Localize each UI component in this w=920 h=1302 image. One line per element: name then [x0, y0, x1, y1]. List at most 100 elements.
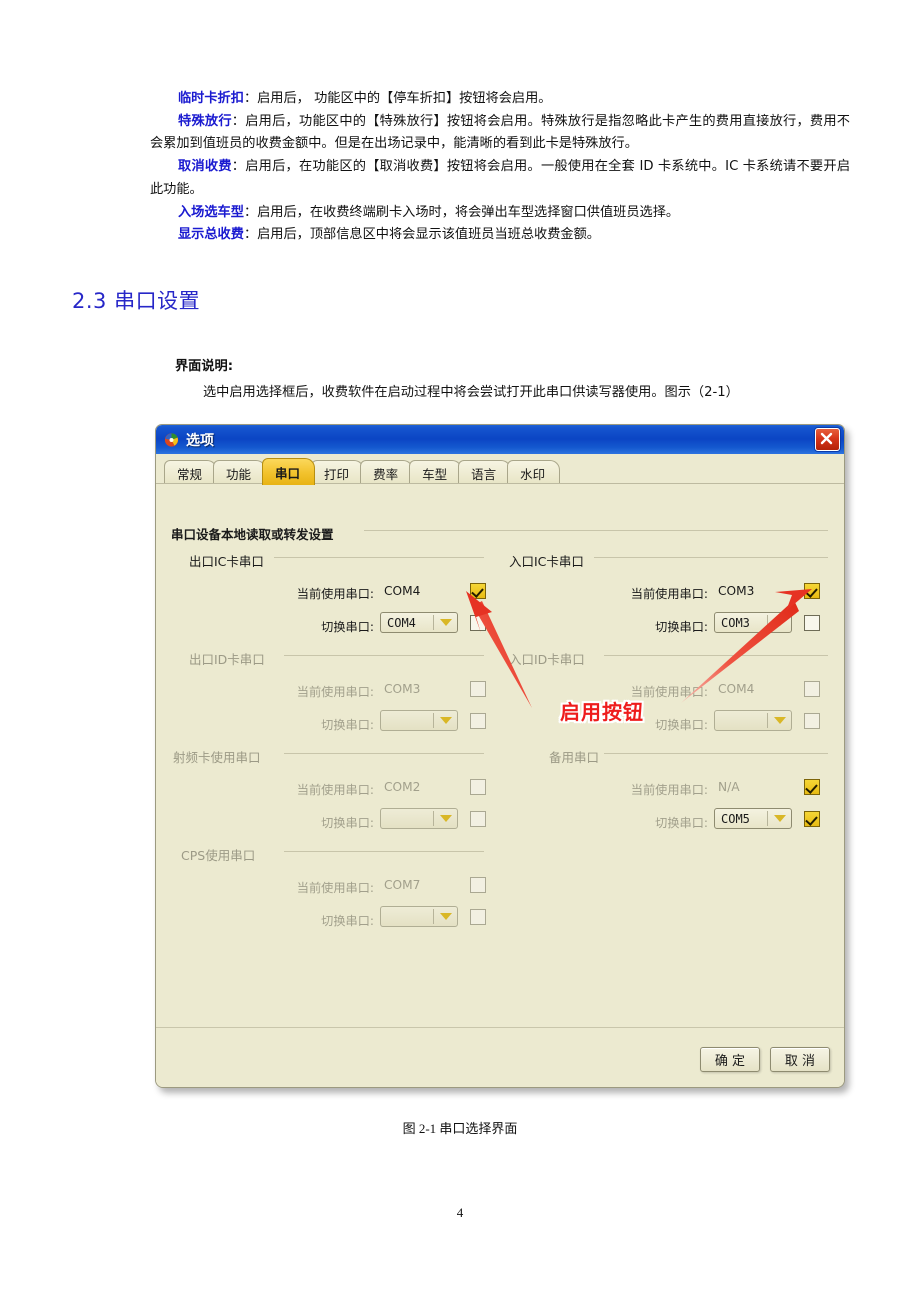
- rf-card-switch-combo[interactable]: [380, 808, 458, 829]
- paragraph-1-text: ：启用后， 功能区中的【停车折扣】按钮将会启用。: [243, 91, 552, 106]
- entry-ic-switch-value: COM3: [721, 616, 750, 630]
- dialog-title: 选项: [186, 433, 214, 449]
- exit-ic-switch-combo[interactable]: COM4: [380, 612, 458, 633]
- entry-ic-switch-label: 切换串口:: [655, 620, 708, 634]
- tab-general[interactable]: 常规: [164, 460, 218, 485]
- group-entry-id-title: 入口ID卡串口: [506, 649, 590, 668]
- document-body: 临时卡折扣：启用后， 功能区中的【停车折扣】按钮将会启用。 特殊放行：启用后，功…: [150, 88, 850, 247]
- cps-current-value: COM7: [384, 878, 421, 892]
- spare-switch-checkbox[interactable]: [804, 811, 820, 827]
- tab-serial-label: 串口: [275, 465, 301, 481]
- group-spare-line: [604, 753, 828, 754]
- rf-card-current-checkbox[interactable]: [470, 779, 486, 795]
- options-dialog: 选项 常规 功能 串口 打印 费率 车型 语言 水印 串口设备本地读取或转发设置…: [155, 424, 845, 1088]
- chevron-down-icon: [774, 619, 786, 626]
- group-rf-card-title: 射频卡使用串口: [170, 747, 266, 766]
- group-entry-ic-line: [594, 557, 828, 558]
- cancel-button[interactable]: 取 消: [770, 1047, 830, 1072]
- exit-ic-current-label: 当前使用串口:: [296, 587, 374, 601]
- entry-id-switch-combo[interactable]: [714, 710, 792, 731]
- spare-current-label: 当前使用串口:: [630, 783, 708, 797]
- paragraph-5-lead: 显示总收费: [178, 227, 244, 243]
- tab-vehicle[interactable]: 车型: [409, 460, 463, 485]
- group-exit-ic-title: 出口IC卡串口: [186, 551, 269, 570]
- entry-id-current-checkbox[interactable]: [804, 681, 820, 697]
- rf-card-current-label: 当前使用串口:: [296, 783, 374, 797]
- tab-strip: 常规 功能 串口 打印 费率 车型 语言 水印: [156, 454, 844, 485]
- entry-ic-switch-combo[interactable]: COM3: [714, 612, 792, 633]
- paragraph-4: 入场选车型：启用后，在收费终端刷卡入场时，将会弹出车型选择窗口供值班员选择。: [150, 202, 850, 225]
- tab-rate[interactable]: 费率: [360, 460, 414, 485]
- rf-card-current-value: COM2: [384, 780, 421, 794]
- entry-id-current-value: COM4: [718, 682, 755, 696]
- exit-id-current-label: 当前使用串口:: [296, 685, 374, 699]
- dialog-titlebar[interactable]: 选项: [156, 425, 844, 455]
- cps-combo-separator: [433, 909, 434, 924]
- exit-ic-current-checkbox[interactable]: [470, 583, 486, 599]
- cps-current-checkbox[interactable]: [470, 877, 486, 893]
- exit-id-combo-separator: [433, 713, 434, 728]
- app-icon: [164, 433, 179, 447]
- tab-watermark[interactable]: 水印: [507, 460, 561, 485]
- tab-language[interactable]: 语言: [458, 460, 512, 485]
- tab-print-label: 打印: [324, 466, 350, 482]
- tab-print[interactable]: 打印: [311, 460, 365, 485]
- paragraph-3: 取消收费：启用后，在功能区的【取消收费】按钮将会启用。一般使用在全套 ID 卡系…: [150, 156, 850, 201]
- cps-switch-label: 切换串口:: [321, 914, 374, 928]
- rf-card-combo-separator: [433, 811, 434, 826]
- callout-label: 启用按钮: [560, 700, 644, 724]
- tab-function-label: 功能: [226, 466, 252, 482]
- group-cps-title: CPS使用串口: [178, 845, 261, 864]
- main-group-title: 串口设备本地读取或转发设置: [168, 524, 339, 543]
- tab-language-label: 语言: [471, 466, 497, 482]
- paragraph-4-lead: 入场选车型: [178, 204, 244, 220]
- entry-id-combo-separator: [767, 713, 768, 728]
- entry-id-switch-checkbox[interactable]: [804, 713, 820, 729]
- exit-id-current-value: COM3: [384, 682, 421, 696]
- entry-ic-current-value: COM3: [718, 584, 755, 598]
- close-icon[interactable]: [815, 428, 840, 451]
- exit-ic-switch-label: 切换串口:: [321, 620, 374, 634]
- exit-ic-switch-value: COM4: [387, 616, 416, 630]
- tab-general-label: 常规: [177, 466, 203, 482]
- group-exit-id-title: 出口ID卡串口: [186, 649, 270, 668]
- tab-serial[interactable]: 串口: [262, 458, 316, 485]
- exit-ic-current-value: COM4: [384, 584, 421, 598]
- paragraph-1: 临时卡折扣：启用后， 功能区中的【停车折扣】按钮将会启用。: [150, 88, 850, 111]
- entry-ic-current-checkbox[interactable]: [804, 583, 820, 599]
- exit-id-current-checkbox[interactable]: [470, 681, 486, 697]
- cps-switch-checkbox[interactable]: [470, 909, 486, 925]
- chevron-down-icon: [440, 815, 452, 822]
- serial-settings-panel: 串口设备本地读取或转发设置 出口IC卡串口 当前使用串口: COM4 切换串口:…: [156, 484, 844, 1027]
- exit-id-switch-checkbox[interactable]: [470, 713, 486, 729]
- entry-ic-combo-separator: [767, 615, 768, 630]
- paragraph-1-lead: 临时卡折扣: [178, 91, 244, 106]
- tab-function[interactable]: 功能: [213, 460, 267, 485]
- group-entry-id-line: [604, 655, 828, 656]
- tab-row: 常规 功能 串口 打印 费率 车型 语言 水印: [164, 458, 561, 485]
- spare-current-checkbox[interactable]: [804, 779, 820, 795]
- ok-button[interactable]: 确 定: [700, 1047, 760, 1072]
- main-group-line: [364, 530, 828, 531]
- tab-vehicle-label: 车型: [422, 466, 448, 482]
- spare-switch-label: 切换串口:: [655, 816, 708, 830]
- spare-switch-combo[interactable]: COM5: [714, 808, 792, 829]
- chevron-down-icon: [440, 717, 452, 724]
- rf-card-switch-checkbox[interactable]: [470, 811, 486, 827]
- cps-switch-combo[interactable]: [380, 906, 458, 927]
- chevron-down-icon: [774, 815, 786, 822]
- exit-ic-switch-checkbox[interactable]: [470, 615, 486, 631]
- close-x-glyph: [820, 432, 833, 445]
- chevron-down-icon: [774, 717, 786, 724]
- paragraph-2-text: ：启用后，功能区中的【特殊放行】按钮将会启用。特殊放行是指忽略此卡产生的费用直接…: [150, 113, 850, 152]
- entry-ic-switch-checkbox[interactable]: [804, 615, 820, 631]
- chevron-down-icon: [440, 619, 452, 626]
- exit-id-switch-combo[interactable]: [380, 710, 458, 731]
- group-exit-id-line: [284, 655, 484, 656]
- group-rf-card-line: [284, 753, 484, 754]
- paragraph-3-lead: 取消收费: [178, 159, 232, 175]
- exit-id-switch-label: 切换串口:: [321, 718, 374, 732]
- tab-watermark-label: 水印: [520, 466, 546, 482]
- group-entry-ic-title: 入口IC卡串口: [506, 551, 589, 570]
- entry-ic-current-label: 当前使用串口:: [630, 587, 708, 601]
